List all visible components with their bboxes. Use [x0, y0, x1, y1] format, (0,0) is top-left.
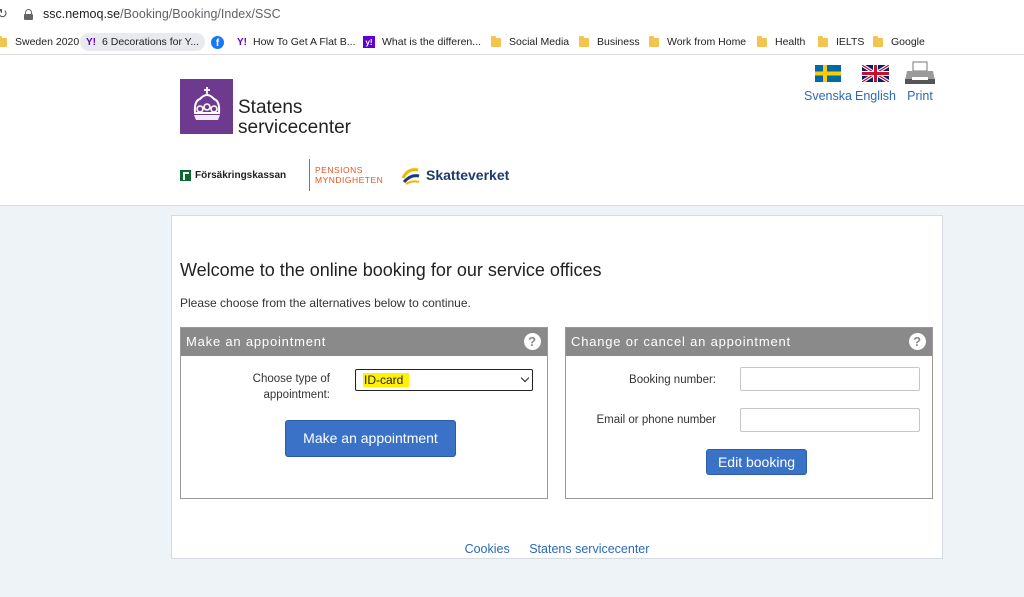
- logo-text[interactable]: Statens servicecenter: [238, 98, 351, 138]
- change-appointment-panel: Change or cancel an appointment ? Bookin…: [565, 327, 933, 499]
- page-title: Welcome to the online booking for our se…: [180, 260, 602, 280]
- printer-icon: [905, 61, 935, 84]
- folder-icon: [0, 35, 7, 47]
- lock-icon[interactable]: [24, 9, 33, 20]
- footer-links: Cookies Statens servicecenter: [172, 542, 942, 556]
- edit-booking-button[interactable]: Edit booking: [706, 449, 807, 475]
- bookmark-sweden-2020[interactable]: Sweden 2020: [0, 33, 79, 51]
- browser-address-bar[interactable]: ↻ ssc.nemoq.se/Booking/Booking/Index/SSC: [0, 0, 1024, 29]
- cookies-link[interactable]: Cookies: [465, 542, 510, 556]
- email-phone-input[interactable]: [740, 408, 920, 432]
- change-appointment-header: Change or cancel an appointment ?: [566, 328, 932, 356]
- reload-icon[interactable]: ↻: [0, 6, 8, 22]
- folder-icon: [818, 35, 828, 47]
- help-icon[interactable]: ?: [909, 333, 926, 350]
- booking-card: Welcome to the online booking for our se…: [171, 215, 943, 559]
- skatteverket-logo: Skatteverket: [400, 164, 509, 186]
- email-phone-label: Email or phone number: [596, 414, 716, 426]
- folder-icon: [579, 35, 589, 47]
- statens-servicecenter-link[interactable]: Statens servicecenter: [529, 542, 649, 556]
- bookmark-decorations[interactable]: Y! 6 Decorations for Y...: [80, 33, 206, 51]
- help-icon[interactable]: ?: [524, 333, 541, 350]
- booking-number-label: Booking number:: [629, 374, 716, 386]
- skatteverket-icon: [401, 168, 420, 185]
- yahoo-square-icon: y!: [363, 36, 375, 48]
- language-svenska[interactable]: Svenska: [804, 65, 852, 103]
- yahoo-icon: Y!: [86, 36, 96, 48]
- booking-number-input[interactable]: [740, 367, 920, 391]
- swedish-flag-icon: [814, 65, 841, 82]
- language-english[interactable]: English: [855, 63, 896, 103]
- bookmark-social-media[interactable]: Social Media: [491, 33, 569, 51]
- print-button[interactable]: Print: [903, 61, 937, 103]
- bookmark-business[interactable]: Business: [579, 33, 640, 51]
- appointment-type-select[interactable]: ID-card: [355, 369, 533, 391]
- bookmark-ielts[interactable]: IELTS: [818, 33, 864, 51]
- bookmark-flat-belly[interactable]: Y! How To Get A Flat B...: [237, 33, 356, 51]
- chevron-down-icon: [520, 373, 530, 383]
- bookmark-facebook[interactable]: f: [211, 33, 230, 51]
- bookmark-health[interactable]: Health: [757, 33, 805, 51]
- crown-logo-icon[interactable]: [180, 79, 233, 134]
- bookmark-google[interactable]: Google: [873, 33, 925, 51]
- yahoo-icon: Y!: [237, 36, 247, 48]
- forsakringskassan-logo: Försäkringskassan: [180, 170, 286, 181]
- uk-flag-icon: [861, 63, 890, 84]
- forsakringskassan-icon: [180, 170, 191, 181]
- folder-icon: [649, 35, 659, 47]
- folder-icon: [757, 35, 767, 47]
- bookmark-work-from-home[interactable]: Work from Home: [649, 33, 746, 51]
- url-text[interactable]: ssc.nemoq.se/Booking/Booking/Index/SSC: [43, 7, 281, 21]
- bookmarks-bar: Sweden 2020 Y! 6 Decorations for Y... f …: [0, 29, 1024, 55]
- make-appointment-panel: Make an appointment ? Choose type of app…: [180, 327, 548, 499]
- make-appointment-button[interactable]: Make an appointment: [285, 420, 456, 457]
- make-appointment-header: Make an appointment ?: [181, 328, 547, 356]
- folder-icon: [491, 35, 501, 47]
- facebook-icon: f: [211, 35, 224, 49]
- site-header: Statens servicecenter Försäkringskassan …: [0, 55, 1024, 206]
- bookmark-difference[interactable]: y! What is the differen...: [363, 33, 481, 51]
- folder-icon: [873, 35, 883, 47]
- pensionsmyndigheten-logo: PENSIONS MYNDIGHETEN: [309, 159, 383, 191]
- intro-text: Please choose from the alternatives belo…: [180, 296, 471, 310]
- appointment-type-label: Choose type of appointment:: [252, 373, 330, 401]
